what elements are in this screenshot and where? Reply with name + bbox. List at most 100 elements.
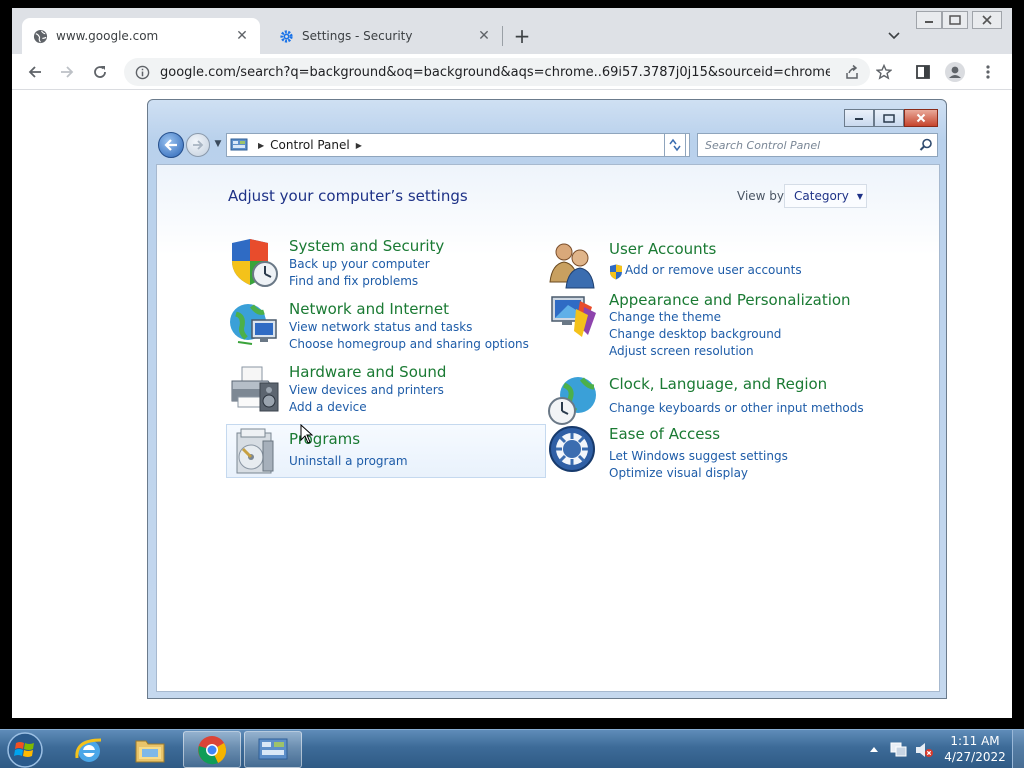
menu-kebab-icon[interactable] bbox=[975, 59, 1001, 85]
link-change-the-theme[interactable]: Change the theme bbox=[609, 310, 721, 324]
link-change-desktop-background[interactable]: Change desktop background bbox=[609, 327, 781, 341]
chevron-down-icon: ▼ bbox=[856, 191, 863, 201]
link-optimize-visual-display[interactable]: Optimize visual display bbox=[609, 466, 748, 480]
category-title[interactable]: Hardware and Sound bbox=[289, 363, 446, 381]
close-button[interactable] bbox=[904, 109, 938, 127]
category-system-and-security: System and Security Back up your compute… bbox=[228, 237, 528, 289]
maximize-button[interactable] bbox=[942, 11, 968, 29]
link-adjust-screen-resolution[interactable]: Adjust screen resolution bbox=[609, 344, 754, 358]
link-view-devices-and-printers[interactable]: View devices and printers bbox=[289, 383, 444, 397]
side-panel-icon[interactable] bbox=[910, 59, 936, 85]
link-find-and-fix-problems[interactable]: Find and fix problems bbox=[289, 274, 418, 288]
mouse-cursor-icon bbox=[300, 424, 314, 444]
shield-icon[interactable] bbox=[228, 237, 280, 289]
link-let-windows-suggest-settings[interactable]: Let Windows suggest settings bbox=[609, 449, 788, 463]
reload-button[interactable] bbox=[87, 59, 113, 85]
users-icon[interactable] bbox=[548, 240, 600, 292]
window-controls bbox=[844, 109, 938, 127]
search-icon[interactable] bbox=[919, 138, 933, 152]
link-choose-homegroup[interactable]: Choose homegroup and sharing options bbox=[289, 337, 529, 351]
control-panel-icon bbox=[230, 138, 248, 151]
show-hidden-icons-icon[interactable] bbox=[869, 745, 879, 753]
category-network-and-internet: Network and Internet View network status… bbox=[228, 300, 529, 352]
back-arrow-button[interactable] bbox=[158, 132, 184, 158]
category-title[interactable]: Clock, Language, and Region bbox=[609, 375, 827, 393]
internet-explorer-icon bbox=[75, 738, 102, 762]
category-hardware-and-sound: Hardware and Sound View devices and prin… bbox=[228, 363, 528, 415]
category-title[interactable]: Appearance and Personalization bbox=[609, 291, 851, 309]
volume-muted-icon[interactable] bbox=[914, 741, 934, 759]
maximize-button[interactable] bbox=[874, 109, 904, 127]
page-title: Adjust your computer’s settings bbox=[228, 187, 468, 205]
chrome-icon bbox=[198, 735, 227, 764]
breadcrumb-control-panel[interactable]: Control Panel bbox=[270, 138, 350, 152]
network-icon[interactable] bbox=[228, 300, 280, 352]
uac-shield-icon bbox=[610, 264, 622, 280]
link-change-keyboards[interactable]: Change keyboards or other input methods bbox=[609, 401, 864, 415]
clock-date: 4/27/2022 bbox=[944, 750, 1006, 764]
forward-button[interactable] bbox=[54, 59, 80, 85]
tab-title: Settings - Security bbox=[302, 29, 413, 43]
view-by-dropdown[interactable]: Category ▼ bbox=[784, 184, 867, 208]
info-icon[interactable] bbox=[134, 64, 150, 80]
taskbar-chrome[interactable] bbox=[183, 731, 241, 768]
search-control-panel-input[interactable]: Search Control Panel bbox=[697, 133, 938, 157]
link-view-network-status[interactable]: View network status and tasks bbox=[289, 320, 472, 334]
tab-google[interactable]: www.google.com ✕ bbox=[22, 18, 260, 54]
category-title[interactable]: Network and Internet bbox=[289, 300, 449, 318]
tab-strip: www.google.com ✕ Settings - Security ✕ + bbox=[12, 8, 1012, 54]
ease-of-access-icon[interactable] bbox=[548, 425, 600, 477]
close-window-button[interactable] bbox=[972, 11, 1002, 29]
minimize-button[interactable] bbox=[844, 109, 874, 127]
forward-arrow-button[interactable] bbox=[186, 133, 210, 157]
globe-icon bbox=[32, 28, 48, 44]
close-tab-icon[interactable]: ✕ bbox=[234, 28, 250, 44]
refresh-button[interactable] bbox=[664, 133, 686, 157]
category-ease-of-access: Ease of Access Let Windows suggest setti… bbox=[548, 425, 878, 480]
category-user-accounts: User Accounts Add or remove user account… bbox=[548, 240, 848, 290]
breadcrumb-arrow-icon[interactable]: ▶ bbox=[258, 141, 264, 150]
profile-avatar-icon[interactable] bbox=[942, 59, 968, 85]
taskbar-windows-explorer[interactable] bbox=[121, 731, 179, 768]
browser-toolbar: google.com/search?q=background&oq=backgr… bbox=[12, 54, 1012, 90]
bookmark-star-icon[interactable] bbox=[871, 59, 897, 85]
close-tab-icon[interactable]: ✕ bbox=[476, 28, 492, 44]
control-panel-content: Adjust your computer’s settings View by:… bbox=[156, 164, 940, 692]
search-placeholder: Search Control Panel bbox=[705, 138, 821, 152]
view-by-value: Category bbox=[794, 189, 849, 203]
action-center-icon[interactable] bbox=[890, 741, 908, 757]
navigation-bar: ▼ ▶ Control Panel ▶ ▼ Search Control Pan… bbox=[156, 130, 938, 160]
taskbar-internet-explorer[interactable] bbox=[60, 731, 118, 768]
link-uninstall-a-program[interactable]: Uninstall a program bbox=[289, 454, 408, 468]
breadcrumb-arrow-icon[interactable]: ▶ bbox=[356, 141, 362, 150]
control-panel-window: ▼ ▶ Control Panel ▶ ▼ Search Control Pan… bbox=[147, 99, 947, 699]
category-clock-language-region: Clock, Language, and Region Change keybo… bbox=[548, 375, 878, 425]
printer-icon[interactable] bbox=[228, 363, 280, 415]
windows-logo-icon bbox=[7, 731, 43, 768]
category-title[interactable]: User Accounts bbox=[609, 240, 716, 258]
link-back-up-computer[interactable]: Back up your computer bbox=[289, 257, 430, 271]
globe-clock-icon[interactable] bbox=[548, 375, 600, 427]
tab-search-chevron-icon[interactable] bbox=[884, 26, 904, 46]
start-button[interactable] bbox=[5, 731, 45, 768]
category-title[interactable]: Ease of Access bbox=[609, 425, 720, 443]
programs-icon[interactable] bbox=[229, 427, 281, 479]
address-breadcrumb[interactable]: ▶ Control Panel ▶ ▼ bbox=[226, 133, 690, 157]
category-programs[interactable]: Programs Uninstall a program bbox=[226, 424, 546, 478]
appearance-icon[interactable] bbox=[548, 291, 600, 343]
view-by-label: View by: bbox=[737, 189, 788, 203]
new-tab-button[interactable]: + bbox=[510, 24, 534, 48]
link-add-or-remove-user-accounts[interactable]: Add or remove user accounts bbox=[625, 263, 802, 277]
share-icon[interactable] bbox=[839, 59, 865, 85]
recent-pages-chevron-icon[interactable]: ▼ bbox=[213, 139, 223, 149]
tab-settings-security[interactable]: Settings - Security ✕ bbox=[268, 18, 502, 54]
minimize-button[interactable] bbox=[916, 11, 942, 29]
link-add-a-device[interactable]: Add a device bbox=[289, 400, 367, 414]
back-button[interactable] bbox=[22, 59, 48, 85]
gear-icon bbox=[278, 28, 294, 44]
address-bar[interactable]: google.com/search?q=background&oq=backgr… bbox=[124, 58, 870, 86]
show-desktop-button[interactable] bbox=[1012, 730, 1024, 768]
taskbar-control-panel[interactable] bbox=[244, 731, 302, 768]
clock[interactable]: 1:11 AM 4/27/2022 bbox=[940, 733, 1010, 765]
category-title[interactable]: System and Security bbox=[289, 237, 444, 255]
